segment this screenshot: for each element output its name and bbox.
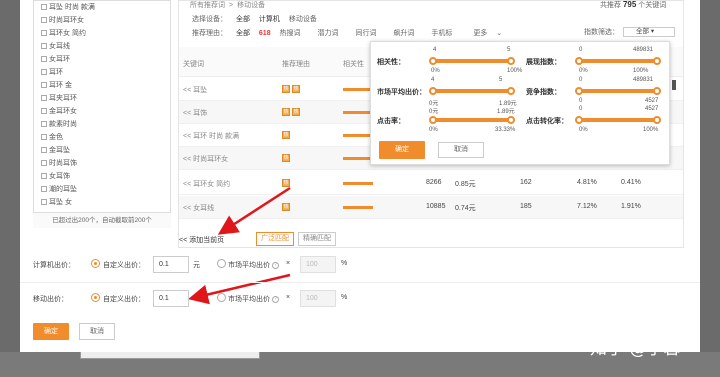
percent-sign: % (341, 294, 348, 301)
mobile-bid-label: 移动出价： (33, 296, 68, 303)
multiply-sign: × (286, 260, 291, 267)
divider (20, 282, 700, 283)
annotation-arrows (188, 186, 291, 305)
pc-custom-radio[interactable] (91, 259, 100, 268)
watermark: 知乎 @子馨 (590, 339, 681, 359)
pc-percent-input[interactable]: 100 (300, 256, 336, 273)
arrow-icon (217, 186, 291, 235)
custom-bid-label: 自定义出价： (103, 296, 145, 303)
pc-market-radio[interactable] (217, 259, 226, 268)
market-price-option: 市场平均出价 ? (228, 260, 279, 270)
pc-bid-input[interactable]: 0.1 (153, 256, 189, 273)
mobile-market-radio[interactable] (217, 293, 226, 302)
market-price-option: 市场平均出价 ? (228, 294, 279, 304)
pc-bid-label: 计算机出价： (33, 262, 75, 269)
mobile-custom-radio[interactable] (91, 293, 100, 302)
percent-sign: % (341, 260, 348, 267)
currency-unit: 元 (193, 262, 200, 269)
custom-bid-label: 自定义出价： (103, 262, 145, 269)
multiply-sign: × (286, 294, 291, 301)
help-icon[interactable]: ? (271, 261, 279, 269)
mobile-percent-input[interactable]: 100 (300, 290, 336, 307)
help-icon[interactable]: ? (271, 295, 279, 303)
confirm-button[interactable]: 确定 (33, 323, 69, 340)
cancel-button[interactable]: 取消 (79, 323, 115, 340)
mobile-bid-input[interactable]: 0.1 (153, 290, 189, 307)
